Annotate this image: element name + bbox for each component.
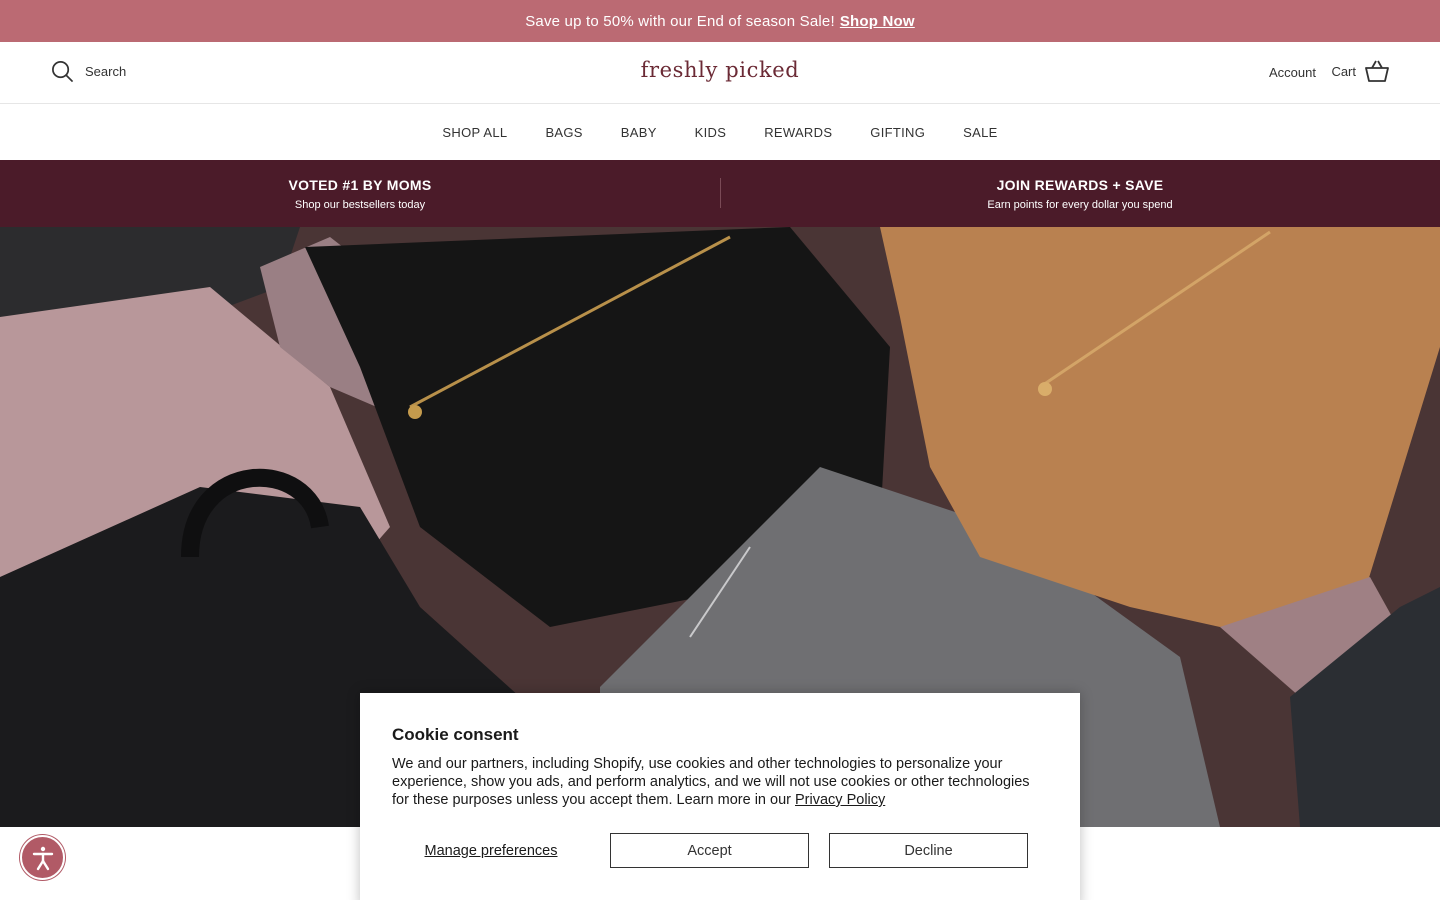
promo-strip: VOTED #1 BY MOMS Shop our bestsellers to… xyxy=(0,160,1440,227)
promo-bestsellers[interactable]: VOTED #1 BY MOMS Shop our bestsellers to… xyxy=(0,177,720,211)
promo-rewards-title: JOIN REWARDS + SAVE xyxy=(996,176,1164,193)
manage-preferences-button[interactable]: Manage preferences xyxy=(392,833,590,868)
main-nav: SHOP ALL BAGS BABY KIDS REWARDS GIFTING … xyxy=(0,104,1440,160)
basket-icon xyxy=(1365,60,1389,82)
nav-kids[interactable]: KIDS xyxy=(695,125,727,140)
nav-bags[interactable]: BAGS xyxy=(545,125,582,140)
cookie-title: Cookie consent xyxy=(392,725,519,744)
cookie-body: We and our partners, including Shopify, … xyxy=(392,755,1032,809)
promo-bestsellers-subtitle: Shop our bestsellers today xyxy=(294,198,426,211)
decline-button[interactable]: Decline xyxy=(829,833,1028,868)
promo-rewards-subtitle: Earn points for every dollar you spend xyxy=(987,198,1173,211)
cart-label: Cart xyxy=(1331,63,1356,79)
nav-rewards[interactable]: REWARDS xyxy=(764,125,832,140)
cart-button[interactable]: Cart xyxy=(1331,60,1389,82)
privacy-policy-link[interactable]: Privacy Policy xyxy=(795,792,885,808)
nav-sale[interactable]: SALE xyxy=(963,125,997,140)
nav-shop-all[interactable]: SHOP ALL xyxy=(442,125,507,140)
announcement-bar: Save up to 50% with our End of season Sa… xyxy=(0,0,1440,42)
account-link[interactable]: Account xyxy=(1269,65,1316,80)
cookie-actions: Manage preferences Accept Decline xyxy=(392,833,1048,868)
nav-baby[interactable]: BABY xyxy=(621,125,657,140)
site-header: Search freshly picked Account Cart xyxy=(0,42,1440,104)
accept-button[interactable]: Accept xyxy=(610,833,809,868)
promo-bestsellers-title: VOTED #1 BY MOMS xyxy=(288,176,432,193)
promo-divider xyxy=(720,178,721,208)
nav-gifting[interactable]: GIFTING xyxy=(870,125,925,140)
shop-now-link[interactable]: Shop Now xyxy=(840,13,915,30)
cookie-body-text: We and our partners, including Shopify, … xyxy=(392,756,1030,808)
announcement-text: Save up to 50% with our End of season Sa… xyxy=(525,12,835,30)
accessibility-icon xyxy=(32,846,53,870)
site-logo[interactable]: freshly picked xyxy=(0,58,1440,82)
cookie-consent-dialog: Cookie consent We and our partners, incl… xyxy=(360,693,1080,900)
accessibility-button[interactable] xyxy=(20,835,65,880)
promo-rewards[interactable]: JOIN REWARDS + SAVE Earn points for ever… xyxy=(720,177,1440,211)
